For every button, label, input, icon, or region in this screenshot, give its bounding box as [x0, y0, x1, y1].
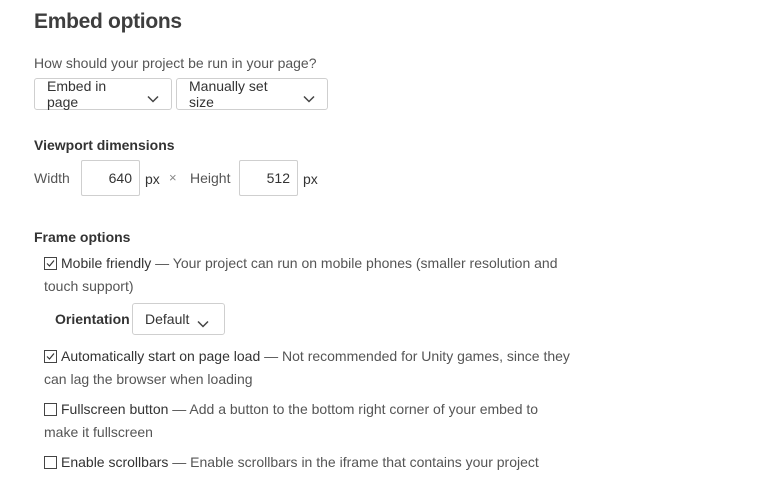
viewport-dimensions-heading: Viewport dimensions [34, 137, 175, 153]
check-icon [46, 260, 55, 267]
height-unit: px [303, 171, 318, 187]
size-mode-select[interactable]: Manually set size [176, 78, 328, 110]
option-auto-start: Automatically start on page load — Not r… [44, 345, 574, 391]
auto-start-checkbox[interactable] [44, 350, 57, 363]
run-mode-question: How should your project be run in your p… [34, 55, 317, 71]
embed-mode-select[interactable]: Embed in page [34, 78, 172, 110]
chevron-down-icon [303, 90, 315, 103]
size-mode-value: Manually set size [189, 78, 268, 110]
embed-options-panel: Embed options How should your project be… [0, 0, 763, 503]
width-unit: px [145, 171, 160, 187]
enable-scrollbars-checkbox[interactable] [44, 456, 57, 469]
option-name: Automatically start on page load [61, 348, 261, 364]
times-separator: × [169, 170, 177, 185]
fullscreen-button-checkbox[interactable] [44, 403, 57, 416]
option-name: Fullscreen button [61, 401, 169, 417]
height-input[interactable] [239, 160, 298, 196]
option-name: Mobile friendly [61, 255, 152, 271]
option-enable-scrollbars: Enable scrollbars — Enable scrollbars in… [44, 451, 574, 474]
chevron-down-icon [197, 315, 209, 328]
page-title: Embed options [34, 10, 182, 33]
embed-mode-value: Embed in page [47, 78, 107, 110]
mobile-friendly-checkbox[interactable] [44, 257, 57, 270]
orientation-value: Default [145, 311, 190, 327]
orientation-label: Orientation [55, 311, 130, 327]
width-input[interactable] [81, 160, 140, 196]
chevron-down-icon [147, 90, 159, 103]
option-description: — Enable scrollbars in the iframe that c… [168, 454, 539, 470]
option-fullscreen-button: Fullscreen button — Add a button to the … [44, 398, 574, 444]
orientation-select[interactable]: Default [132, 303, 225, 335]
width-label: Width [34, 170, 70, 186]
height-label: Height [190, 170, 231, 186]
option-name: Enable scrollbars [61, 454, 169, 470]
option-mobile-friendly: Mobile friendly — Your project can run o… [44, 252, 574, 298]
frame-options-heading: Frame options [34, 229, 131, 245]
check-icon [46, 353, 55, 360]
